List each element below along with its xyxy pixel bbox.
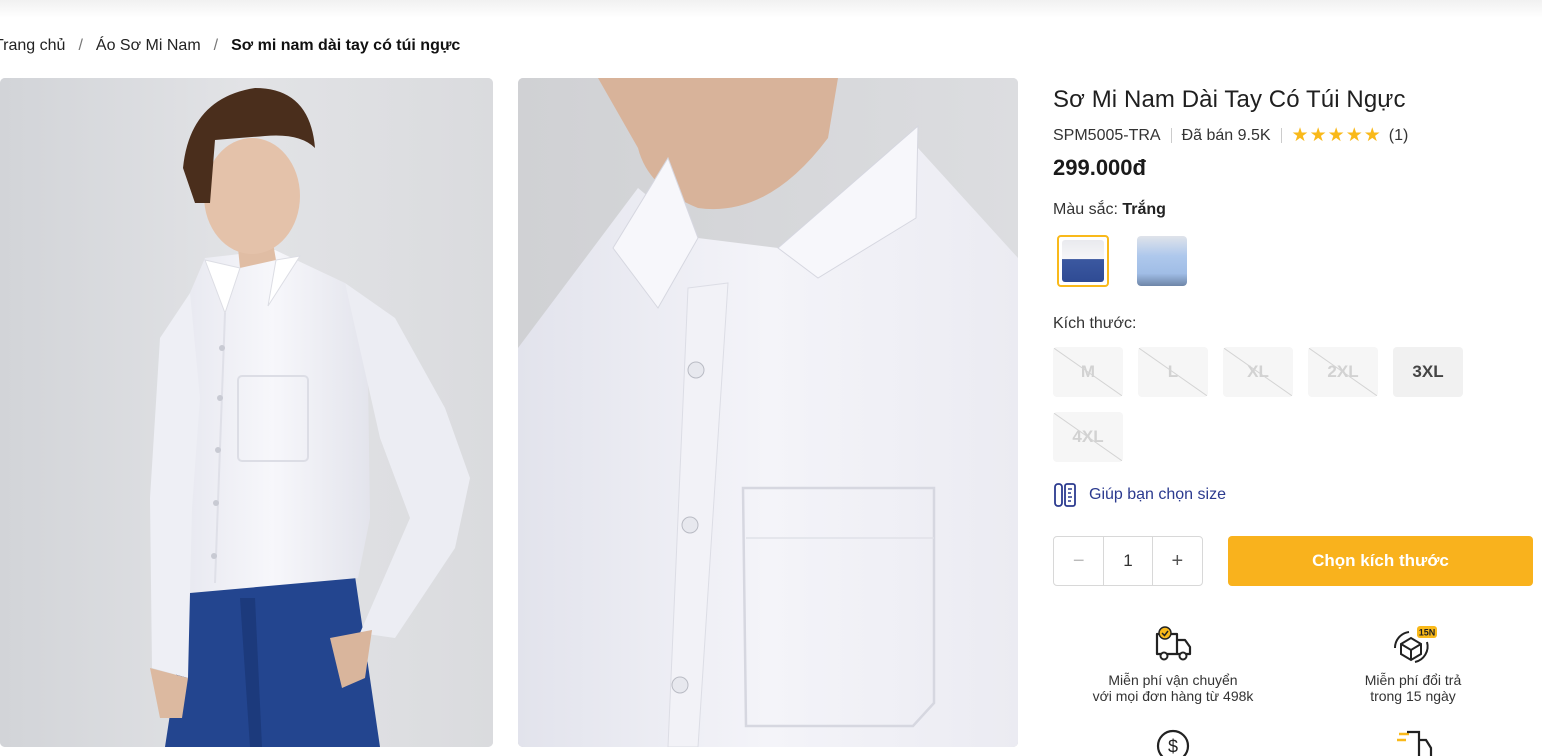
product-sku: SPM5005-TRA bbox=[1053, 126, 1161, 144]
meta-divider bbox=[1170, 128, 1172, 143]
size-option-m[interactable]: M bbox=[1053, 347, 1123, 397]
size-option-3xl[interactable]: 3XL bbox=[1393, 347, 1463, 397]
swatch-thumbnail bbox=[1137, 236, 1187, 286]
svg-text:$: $ bbox=[1168, 737, 1178, 756]
ruler-icon bbox=[1054, 483, 1076, 507]
choose-size-button[interactable]: Chọn kích thước bbox=[1228, 536, 1533, 586]
quantity-decrease-button[interactable]: − bbox=[1054, 537, 1103, 585]
size-option-l[interactable]: L bbox=[1138, 347, 1208, 397]
rating-count[interactable]: (1) bbox=[1389, 127, 1409, 145]
return-badge: 15N bbox=[1419, 628, 1436, 638]
color-label: Màu sắc: Trắng bbox=[1053, 201, 1533, 219]
product-meta: SPM5005-TRA Đã bán 9.5K ★ ★ ★ ★ ★ (1) bbox=[1053, 126, 1533, 145]
free-shipping-truck-icon bbox=[1155, 626, 1192, 661]
buy-row: − 1 + Chọn kích thước bbox=[1053, 536, 1533, 586]
size-guide-text: Giúp bạn chọn size bbox=[1089, 486, 1226, 503]
color-swatch-blue[interactable] bbox=[1137, 236, 1187, 286]
breadcrumb-home-link[interactable]: Trang chủ bbox=[0, 37, 65, 55]
rating-stars[interactable]: ★ ★ ★ ★ ★ bbox=[1292, 126, 1381, 145]
product-price: 299.000đ bbox=[1053, 155, 1146, 180]
benefit-delivery bbox=[1293, 728, 1533, 756]
color-swatches bbox=[1057, 235, 1533, 287]
product-title: Sơ Mi Nam Dài Tay Có Túi Ngực bbox=[1053, 86, 1406, 113]
size-option-xl[interactable]: XL bbox=[1223, 347, 1293, 397]
quantity-stepper: − 1 + bbox=[1053, 536, 1203, 586]
breadcrumb-separator: / bbox=[213, 37, 219, 54]
fast-delivery-icon bbox=[1397, 730, 1433, 756]
dollar-coin-icon: $ bbox=[1156, 729, 1190, 756]
return-box-icon: 15N bbox=[1393, 626, 1437, 663]
benefits: Miễn phí vận chuyển với mọi đơn hàng từ … bbox=[1053, 624, 1533, 756]
benefit-free-shipping: Miễn phí vận chuyển với mọi đơn hàng từ … bbox=[1053, 624, 1293, 704]
benefit-line1: Miễn phí đổi trả bbox=[1364, 672, 1462, 688]
size-label: Kích thước: bbox=[1053, 315, 1137, 332]
benefit-payment: $ bbox=[1053, 728, 1293, 756]
benefit-line2: trong 15 ngày bbox=[1370, 688, 1456, 704]
breadcrumb-separator: / bbox=[78, 37, 83, 54]
breadcrumb-category-link[interactable]: Áo Sơ Mi Nam bbox=[96, 37, 201, 55]
benefit-free-return: 15N Miễn phí đổi trả trong 15 ngày bbox=[1293, 624, 1533, 704]
star-icon: ★ bbox=[1345, 125, 1363, 146]
benefit-line1: Miễn phí vận chuyển bbox=[1108, 672, 1238, 688]
quantity-increase-button[interactable]: + bbox=[1153, 537, 1202, 585]
color-swatch-white[interactable] bbox=[1057, 235, 1109, 287]
size-guide-link[interactable]: Giúp bạn chọn size bbox=[1053, 482, 1533, 508]
product-info-panel: Sơ Mi Nam Dài Tay Có Túi Ngực SPM5005-TR… bbox=[1053, 78, 1533, 586]
quantity-input[interactable]: 1 bbox=[1103, 537, 1153, 585]
breadcrumb: Trang chủ / Áo Sơ Mi Nam / Sơ mi nam dài… bbox=[0, 36, 460, 56]
product-image-detail[interactable] bbox=[518, 78, 1018, 747]
product-image-main[interactable] bbox=[0, 78, 493, 747]
swatch-thumbnail bbox=[1062, 240, 1104, 282]
star-icon: ★ bbox=[1327, 125, 1345, 146]
star-icon: ★ bbox=[1309, 125, 1327, 146]
size-option-4xl[interactable]: 4XL bbox=[1053, 412, 1123, 462]
sold-count: Đã bán 9.5K bbox=[1181, 126, 1271, 144]
color-label-text: Màu sắc: bbox=[1053, 201, 1118, 218]
selected-color: Trắng bbox=[1122, 201, 1166, 218]
size-options: M L XL 2XL 3XL 4XL bbox=[1053, 347, 1493, 462]
benefit-line2: với mọi đơn hàng từ 498k bbox=[1092, 688, 1254, 704]
star-icon: ★ bbox=[1363, 125, 1381, 146]
meta-divider bbox=[1280, 128, 1282, 143]
star-icon: ★ bbox=[1291, 125, 1309, 146]
breadcrumb-current: Sơ mi nam dài tay có túi ngực bbox=[231, 37, 461, 54]
header-shadow bbox=[0, 0, 1542, 18]
size-option-2xl[interactable]: 2XL bbox=[1308, 347, 1378, 397]
